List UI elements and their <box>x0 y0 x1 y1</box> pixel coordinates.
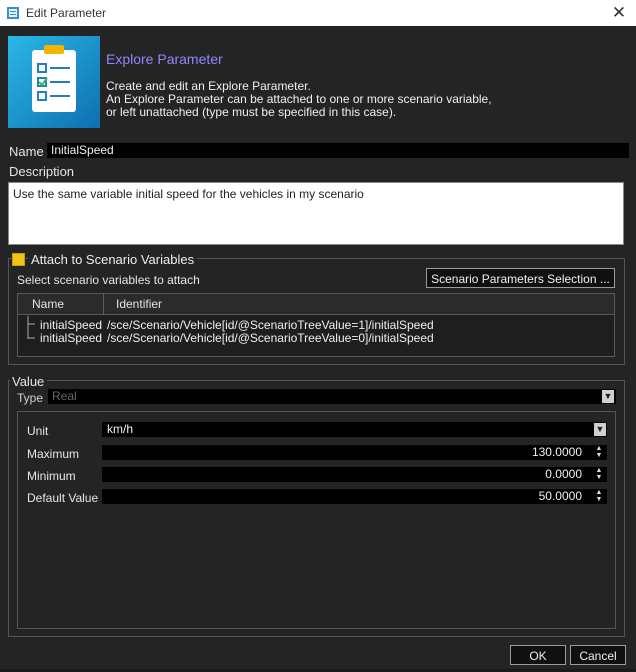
maximum-value: 130.0000 <box>531 445 582 459</box>
close-icon[interactable]: ✕ <box>604 2 634 24</box>
attach-checkbox[interactable] <box>12 253 25 266</box>
ok-button[interactable]: OK <box>510 645 566 665</box>
description-label: Description <box>9 164 75 179</box>
name-field[interactable]: InitialSpeed <box>47 143 629 158</box>
spin-icon[interactable]: ▲ ▼ <box>595 489 603 504</box>
row-identifier: /sce/Scenario/Vehicle[id/@ScenarioTreeVa… <box>107 331 434 345</box>
type-value: Real <box>52 389 77 403</box>
window-title: Edit Parameter <box>26 6 107 20</box>
checklist-icon <box>8 36 100 128</box>
tree-lines <box>27 316 35 339</box>
value-group-label: Value <box>10 374 48 389</box>
app-icon <box>7 7 19 19</box>
maximum-spinbox[interactable]: 130.0000 ▲ ▼ <box>102 445 607 460</box>
variables-table: Name Identifier initialSpeed /sce/Scenar… <box>17 293 615 357</box>
name-label: Name <box>9 144 44 159</box>
select-variables-label: Select scenario variables to attach <box>17 273 200 287</box>
cancel-button[interactable]: Cancel <box>570 645 626 665</box>
column-header-name[interactable]: Name <box>18 294 104 315</box>
minimum-label: Minimum <box>27 469 76 483</box>
type-label: Type <box>17 391 44 405</box>
description-field[interactable]: Use the same variable initial speed for … <box>8 182 624 245</box>
default-value: 50.0000 <box>538 489 582 503</box>
unit-value: km/h <box>107 422 134 436</box>
table-row[interactable]: initialSpeed /sce/Scenario/Vehicle[id/@S… <box>40 331 434 345</box>
maximum-label: Maximum <box>27 447 80 461</box>
minimum-spinbox[interactable]: 0.0000 ▲ ▼ <box>102 467 607 482</box>
row-name: initialSpeed <box>40 318 103 332</box>
table-row[interactable]: initialSpeed /sce/Scenario/Vehicle[id/@S… <box>40 318 434 332</box>
unit-label: Unit <box>27 424 49 438</box>
chevron-down-icon: ▼ <box>602 390 614 403</box>
row-name: initialSpeed <box>40 331 103 345</box>
default-value-label: Default Value <box>27 491 99 505</box>
column-header-identifier[interactable]: Identifier <box>104 294 614 315</box>
spin-icon[interactable]: ▲ ▼ <box>595 445 603 460</box>
minimum-value: 0.0000 <box>545 467 582 481</box>
header-description-line-3: or left unattached (type must be specifi… <box>106 105 397 119</box>
header-description-line-2: An Explore Parameter can be attached to … <box>106 92 492 106</box>
row-identifier: /sce/Scenario/Vehicle[id/@ScenarioTreeVa… <box>107 318 434 332</box>
unit-select[interactable]: km/h ▼ <box>102 422 607 437</box>
scenario-parameters-selection-button[interactable]: Scenario Parameters Selection ... <box>426 268 615 288</box>
dialog-heading: Explore Parameter <box>106 51 223 67</box>
chevron-down-icon[interactable]: ▼ <box>594 423 606 436</box>
spin-icon[interactable]: ▲ ▼ <box>595 467 603 482</box>
attach-label: Attach to Scenario Variables <box>28 252 198 267</box>
type-select: Real ▼ <box>48 389 616 404</box>
header-description-line-1: Create and edit an Explore Parameter. <box>106 79 311 93</box>
unit-group <box>17 411 616 629</box>
default-value-spinbox[interactable]: 50.0000 ▲ ▼ <box>102 489 607 504</box>
